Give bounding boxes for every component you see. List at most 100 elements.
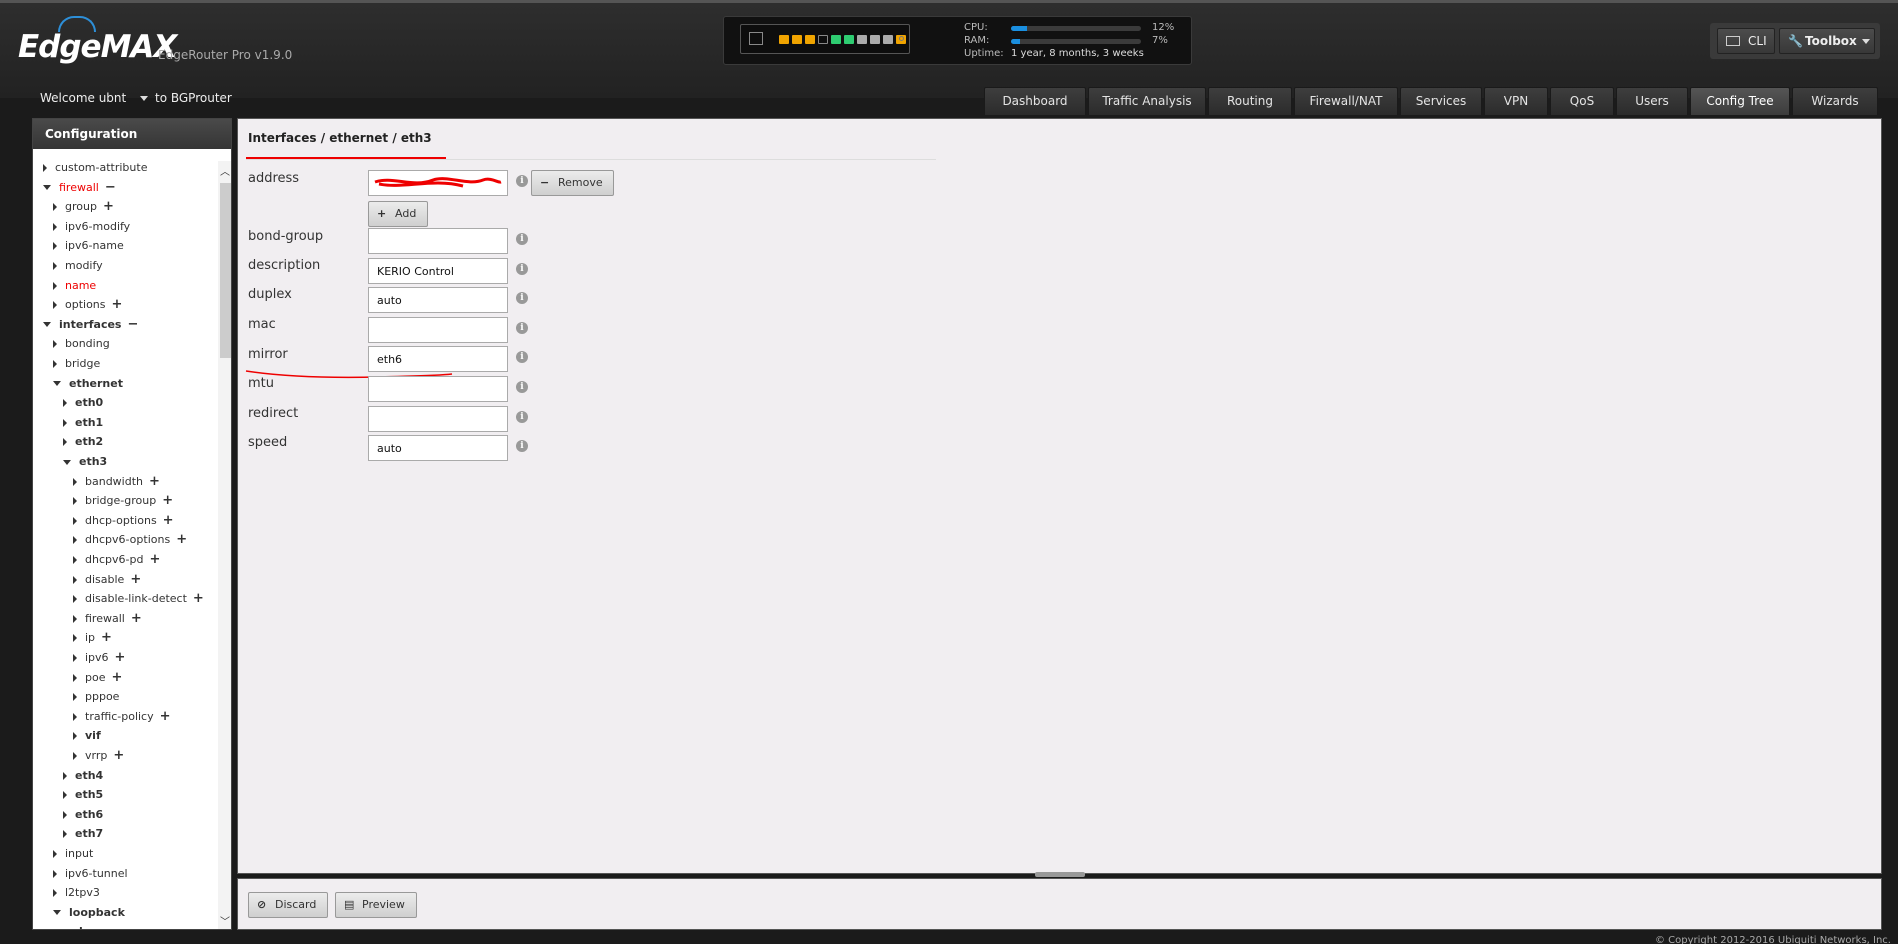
caret-right-icon[interactable] <box>53 301 57 310</box>
plus-icon[interactable]: + <box>115 649 126 667</box>
discard-button[interactable]: ⊘ Discard <box>248 892 328 918</box>
plus-icon[interactable]: + <box>162 492 173 510</box>
tab-routing[interactable]: Routing <box>1208 87 1292 115</box>
caret-right-icon[interactable] <box>53 360 57 368</box>
caret-right-icon[interactable] <box>73 497 77 506</box>
redirect-input[interactable] <box>368 406 508 432</box>
caret-right-icon[interactable] <box>53 281 57 290</box>
tree-item[interactable]: dhcpv6-options + <box>73 531 187 549</box>
scroll-down-icon[interactable]: ﹀ <box>220 913 230 928</box>
tree-item[interactable]: l2tpv3 <box>53 884 100 902</box>
caret-right-icon[interactable] <box>63 438 67 447</box>
plus-icon[interactable]: + <box>113 747 124 765</box>
info-icon[interactable]: i <box>516 411 528 423</box>
tab-qos[interactable]: QoS <box>1550 87 1614 115</box>
caret-right-icon[interactable] <box>73 752 77 760</box>
caret-right-icon[interactable] <box>53 340 57 349</box>
tree-item[interactable]: modify <box>53 257 103 275</box>
caret-right-icon[interactable] <box>73 673 77 682</box>
tab-services[interactable]: Services <box>1400 87 1482 115</box>
tree-item[interactable]: lo <box>63 923 90 929</box>
speed-input[interactable] <box>368 435 508 461</box>
info-icon[interactable]: i <box>516 233 528 245</box>
info-icon[interactable]: i <box>516 440 528 452</box>
add-button[interactable]: + Add <box>368 201 428 227</box>
tree-item[interactable]: dhcp-options + <box>73 512 174 530</box>
plus-icon[interactable]: + <box>112 296 123 314</box>
plus-icon[interactable]: + <box>160 708 171 726</box>
caret-right-icon[interactable] <box>73 693 77 702</box>
caret-right-icon[interactable] <box>73 536 77 545</box>
caret-right-icon[interactable] <box>73 654 77 662</box>
tree-item[interactable]: bridge <box>53 355 100 373</box>
resize-handle[interactable] <box>1035 872 1085 877</box>
tree-item[interactable]: firewall + <box>73 610 142 628</box>
caret-right-icon[interactable] <box>63 791 67 800</box>
caret-right-icon[interactable] <box>63 771 67 780</box>
caret-right-icon[interactable] <box>63 418 67 427</box>
caret-right-icon[interactable] <box>73 556 77 564</box>
tree-item[interactable]: ipv6-tunnel <box>53 865 128 883</box>
tree-item[interactable]: ipv6-modify <box>53 218 130 236</box>
tree-item[interactable]: disable-link-detect + <box>73 590 204 608</box>
tree-item[interactable]: loopback <box>53 904 125 922</box>
caret-right-icon[interactable] <box>73 732 77 741</box>
minus-icon[interactable]: − <box>127 316 138 334</box>
toolbox-button[interactable]: 🔧 Toolbox <box>1779 28 1875 54</box>
plus-icon[interactable]: + <box>111 669 122 687</box>
caret-down-icon[interactable] <box>53 381 61 387</box>
tree-item[interactable]: input <box>53 845 93 863</box>
tree-item[interactable]: eth0 <box>63 394 103 412</box>
tab-firewall-nat[interactable]: Firewall/NAT <box>1294 87 1398 115</box>
info-icon[interactable]: i <box>516 292 528 304</box>
caret-right-icon[interactable] <box>73 575 77 584</box>
caret-right-icon[interactable] <box>63 399 67 408</box>
tree-item[interactable]: eth2 <box>63 433 103 451</box>
caret-right-icon[interactable] <box>73 712 77 721</box>
tree-item[interactable]: disable + <box>73 571 141 589</box>
tree-item[interactable]: eth7 <box>63 825 103 843</box>
tab-vpn[interactable]: VPN <box>1484 87 1548 115</box>
plus-icon[interactable]: + <box>193 590 204 608</box>
sidebar-scrollbar[interactable]: ︿ ﹀ <box>218 161 231 929</box>
tree-item[interactable]: eth3 <box>63 453 107 471</box>
preview-button[interactable]: ▤ Preview <box>335 892 417 918</box>
caret-right-icon[interactable] <box>53 262 57 270</box>
tree-item[interactable]: vrrp + <box>73 747 124 765</box>
tree-item[interactable]: options + <box>53 296 122 314</box>
tree-item[interactable]: bonding <box>53 335 110 353</box>
plus-icon[interactable]: + <box>149 473 160 491</box>
caret-right-icon[interactable] <box>53 889 57 898</box>
caret-right-icon[interactable] <box>73 477 77 486</box>
tab-config-tree[interactable]: Config Tree <box>1690 87 1790 115</box>
tree-item[interactable]: poe + <box>73 669 122 687</box>
caret-right-icon[interactable] <box>43 164 47 172</box>
tab-dashboard[interactable]: Dashboard <box>984 87 1086 115</box>
caret-right-icon[interactable] <box>53 869 57 878</box>
tree-item[interactable]: dhcpv6-pd + <box>73 551 160 569</box>
plus-icon[interactable]: + <box>163 512 174 530</box>
tree-item[interactable]: pppoe <box>73 688 119 706</box>
minus-icon[interactable]: − <box>105 179 116 197</box>
caret-right-icon[interactable] <box>73 595 77 604</box>
tree-item[interactable]: traffic-policy + <box>73 708 171 726</box>
tree-item[interactable]: eth1 <box>63 414 103 432</box>
info-icon[interactable]: i <box>516 263 528 275</box>
caret-right-icon[interactable] <box>63 810 67 819</box>
info-icon[interactable]: i <box>516 381 528 393</box>
caret-down-icon[interactable] <box>53 910 61 916</box>
scroll-up-icon[interactable]: ︿ <box>220 163 230 178</box>
tree-item[interactable]: interfaces − <box>43 316 138 334</box>
tree-item[interactable]: ip + <box>73 629 112 647</box>
tab-traffic-analysis[interactable]: Traffic Analysis <box>1088 87 1206 115</box>
plus-icon[interactable]: + <box>101 629 112 647</box>
plus-icon[interactable]: + <box>176 531 187 549</box>
caret-right-icon[interactable] <box>63 830 67 839</box>
caret-down-icon[interactable] <box>43 322 51 328</box>
tree-item[interactable]: eth6 <box>63 806 103 824</box>
caret-right-icon[interactable] <box>53 222 57 231</box>
caret-right-icon[interactable] <box>73 614 77 623</box>
remove-button[interactable]: − Remove <box>531 170 614 196</box>
tree-item[interactable]: ipv6 + <box>73 649 125 667</box>
bond-group-input[interactable] <box>368 228 508 254</box>
